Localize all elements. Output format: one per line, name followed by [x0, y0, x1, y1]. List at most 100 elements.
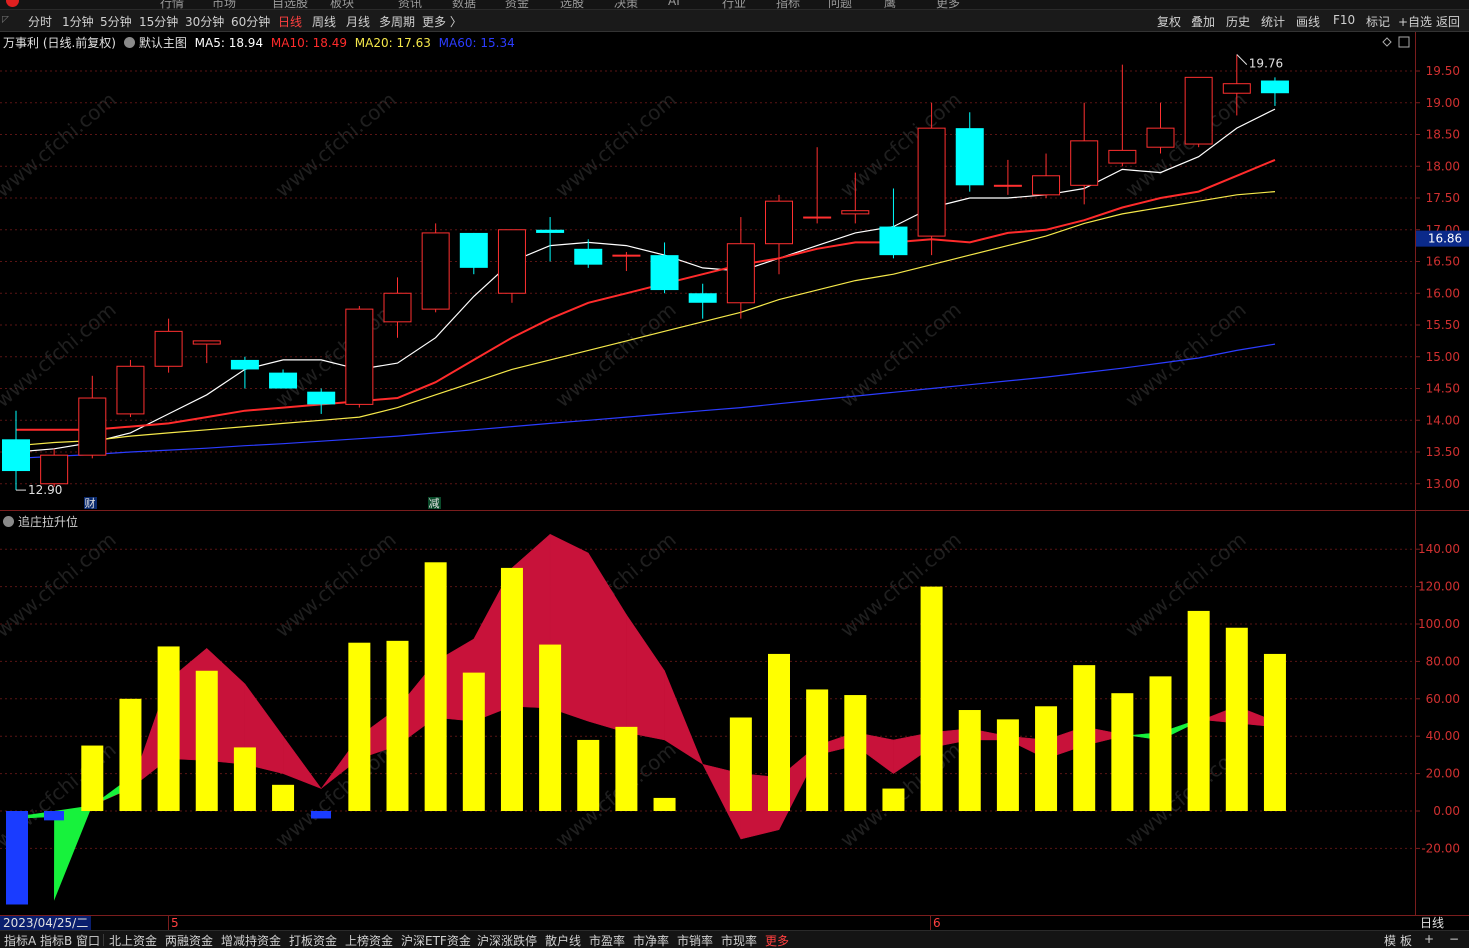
indicator-bar[interactable]: [348, 642, 371, 811]
tab-pcf[interactable]: 市现率: [721, 932, 757, 948]
indicator-bar[interactable]: [539, 644, 562, 811]
indicator-bar[interactable]: [233, 747, 256, 811]
candle-up[interactable]: [993, 184, 1022, 187]
indicator-bar[interactable]: [920, 586, 943, 811]
candle-up[interactable]: [803, 216, 832, 219]
candle-up[interactable]: [841, 210, 870, 215]
candle-down[interactable]: [1260, 80, 1289, 94]
tab-window[interactable]: 窗口: [76, 932, 100, 948]
eye-icon[interactable]: [123, 37, 135, 48]
indicator-bar[interactable]: [882, 788, 905, 811]
indicator-bar[interactable]: [1149, 676, 1172, 811]
candle-up[interactable]: [345, 308, 374, 405]
chart-canvas[interactable]: 19.5019.0018.5018.0017.5017.0016.5016.00…: [0, 0, 1469, 948]
candle-up[interactable]: [917, 127, 946, 237]
negative-bar[interactable]: [311, 811, 331, 819]
sub-tick-label: 20.00: [1426, 767, 1460, 781]
candle-up[interactable]: [726, 243, 755, 304]
negative-bar[interactable]: [44, 811, 64, 821]
sub-tick-label: 80.00: [1426, 654, 1460, 668]
indicator-bar[interactable]: [424, 562, 447, 811]
candle-up[interactable]: [40, 454, 69, 485]
candle-down[interactable]: [688, 293, 717, 303]
tab-etf-funds[interactable]: 沪深ETF资金: [401, 932, 471, 948]
candle-up[interactable]: [1070, 140, 1099, 186]
candle-down[interactable]: [574, 248, 603, 265]
indicator-bar[interactable]: [1111, 693, 1134, 811]
indicator-bar[interactable]: [729, 717, 752, 812]
candle-up[interactable]: [1108, 149, 1137, 164]
tab-limit-stats[interactable]: 沪深涨跌停: [477, 932, 537, 948]
candle-up[interactable]: [612, 254, 641, 257]
candle-down[interactable]: [269, 372, 298, 389]
candle-up[interactable]: [192, 340, 221, 345]
candle-down[interactable]: [2, 439, 30, 472]
indicator-bar[interactable]: [653, 797, 676, 811]
indicator-bar[interactable]: [386, 640, 409, 811]
tab-indicator-b[interactable]: 指标B: [40, 932, 72, 948]
candle-up[interactable]: [78, 397, 107, 456]
indicator-bar[interactable]: [1035, 706, 1058, 811]
tab-holding-change[interactable]: 增减持资金: [221, 932, 281, 948]
tab-pb[interactable]: 市净率: [633, 932, 669, 948]
indicator-bar[interactable]: [119, 698, 142, 811]
candle-up[interactable]: [1222, 83, 1251, 94]
tab-retail-line[interactable]: 散户线: [545, 932, 581, 948]
month-tick: [930, 916, 931, 930]
maximize-icon[interactable]: [1398, 36, 1410, 48]
tab-margin[interactable]: 两融资金: [165, 932, 213, 948]
indicator-bar[interactable]: [768, 653, 790, 811]
tab-dragon-tiger[interactable]: 上榜资金: [345, 932, 393, 948]
candle-up[interactable]: [765, 200, 793, 245]
candle-up[interactable]: [154, 330, 183, 367]
candle-down[interactable]: [650, 255, 679, 291]
indicator-bar[interactable]: [806, 689, 829, 811]
candle-up[interactable]: [1032, 175, 1061, 196]
indicator-bar[interactable]: [81, 745, 104, 811]
board-button[interactable]: 板: [1400, 932, 1412, 948]
candle-up[interactable]: [383, 292, 412, 323]
candle-up[interactable]: [116, 365, 145, 415]
negative-bar[interactable]: [6, 811, 28, 905]
tab-limit-up-funds[interactable]: 打板资金: [289, 932, 337, 948]
tab-northbound[interactable]: 北上资金: [109, 932, 157, 948]
tab-indicator-a[interactable]: 指标A: [4, 932, 36, 948]
indicator-bar[interactable]: [1263, 653, 1286, 811]
diamond-icon[interactable]: [1382, 37, 1392, 47]
indicator-bar[interactable]: [577, 739, 600, 811]
candle-up[interactable]: [1184, 76, 1213, 145]
indicator-bar[interactable]: [958, 710, 981, 811]
indicator-bar[interactable]: [195, 670, 218, 811]
indicator-bar[interactable]: [1073, 665, 1096, 811]
indicator-bar[interactable]: [996, 719, 1019, 811]
indicator-bar[interactable]: [615, 726, 638, 811]
tab-more[interactable]: 更多: [765, 932, 789, 948]
eye-icon[interactable]: [3, 516, 14, 527]
indicator-bar[interactable]: [157, 646, 180, 811]
candle-down[interactable]: [307, 391, 336, 405]
indicator-name[interactable]: 追庄拉升位: [18, 515, 78, 529]
watermark: www.cfchi.com: [550, 87, 680, 202]
indicator-bar[interactable]: [500, 567, 523, 811]
indicator-bar[interactable]: [462, 672, 485, 811]
watermark: www.cfchi.com: [0, 87, 121, 202]
candle-up[interactable]: [421, 232, 450, 310]
indicator-bar[interactable]: [1187, 610, 1210, 811]
candle-down[interactable]: [230, 359, 259, 370]
indicator-bar[interactable]: [272, 784, 295, 811]
candle-down[interactable]: [879, 226, 908, 256]
remove-window-button[interactable]: −: [1449, 932, 1459, 946]
add-window-button[interactable]: +: [1424, 932, 1434, 946]
indicator-bar[interactable]: [844, 695, 867, 811]
candle-up[interactable]: [1146, 127, 1175, 148]
tab-pe[interactable]: 市盈率: [589, 932, 625, 948]
candle-down[interactable]: [459, 232, 488, 268]
stock-title[interactable]: 万事利 (日线.前复权): [3, 36, 116, 50]
candle-down[interactable]: [536, 229, 565, 233]
template-name[interactable]: 默认主图: [139, 36, 187, 50]
indicator-bar[interactable]: [1225, 627, 1248, 811]
template-button[interactable]: 模: [1384, 932, 1396, 948]
tab-ps[interactable]: 市销率: [677, 932, 713, 948]
candle-down[interactable]: [955, 128, 984, 186]
candle-up[interactable]: [497, 229, 526, 294]
